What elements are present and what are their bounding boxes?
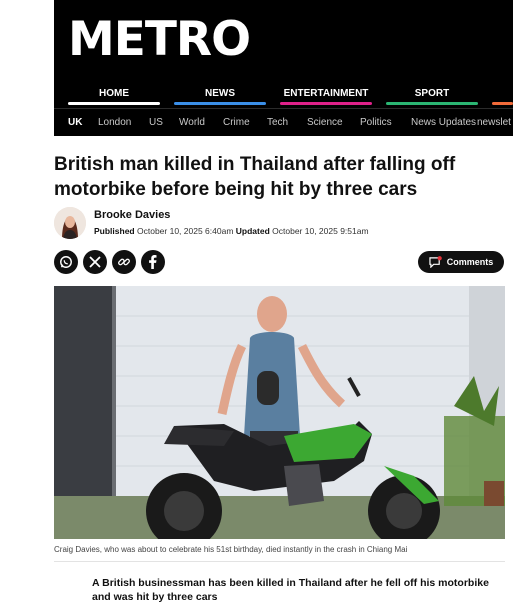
- updated-date: October 10, 2025 9:51am: [272, 226, 369, 236]
- subnav-uk[interactable]: UK: [68, 117, 82, 128]
- share-x-button[interactable]: [83, 250, 107, 274]
- nav-news-underline: [174, 102, 266, 105]
- subnav-crime[interactable]: Crime: [223, 117, 250, 128]
- link-icon: [118, 258, 130, 266]
- nav-home-underline: [68, 102, 160, 105]
- left-margin: [0, 0, 54, 600]
- published-date: October 10, 2025 6:40am: [137, 226, 234, 236]
- author-name[interactable]: Brooke Davies: [94, 209, 170, 221]
- nav-entertainment[interactable]: ENTERTAINMENT: [280, 88, 372, 99]
- author-avatar-image: [54, 207, 86, 239]
- comments-button[interactable]: Comments: [418, 251, 504, 273]
- nav-home[interactable]: HOME: [68, 88, 160, 99]
- nav-next-underline[interactable]: [492, 102, 513, 105]
- caption-divider: [54, 561, 505, 562]
- nav-sport[interactable]: SPORT: [386, 88, 478, 99]
- nav-news-label: NEWS: [205, 88, 235, 99]
- subnav-us[interactable]: US: [149, 117, 163, 128]
- author-avatar[interactable]: [54, 207, 86, 239]
- subnav-science[interactable]: Science: [307, 117, 343, 128]
- nav-entertainment-underline: [280, 102, 372, 105]
- subnav-london[interactable]: London: [98, 117, 131, 128]
- published-label: Published: [94, 226, 135, 236]
- subnav-world[interactable]: World: [179, 117, 205, 128]
- article-headline: British man killed in Thailand after fal…: [54, 154, 456, 200]
- photo-caption: Craig Davies, who was about to celebrate…: [54, 545, 408, 554]
- comments-label: Comments: [446, 257, 494, 267]
- share-link-button[interactable]: [112, 250, 136, 274]
- nav-entertainment-label: ENTERTAINMENT: [283, 88, 369, 99]
- publish-meta: Published October 10, 2025 6:40am Update…: [94, 226, 369, 236]
- nav-news[interactable]: NEWS: [174, 88, 266, 99]
- metro-logo[interactable]: METRO: [68, 14, 251, 66]
- x-icon: [89, 256, 101, 268]
- nav-home-label: HOME: [99, 88, 129, 99]
- man-with-motorbike-image: [54, 286, 505, 539]
- nav-sport-label: SPORT: [414, 88, 450, 99]
- share-facebook-button[interactable]: [141, 250, 165, 274]
- whatsapp-icon: [60, 256, 72, 268]
- share-whatsapp-button[interactable]: [54, 250, 78, 274]
- article-page: METRO HOME NEWS ENTERTAINMENT SPORT UK L…: [54, 0, 513, 603]
- facebook-icon: [149, 255, 157, 269]
- subnav-newsletters[interactable]: newslet: [477, 117, 511, 128]
- site-header: METRO HOME NEWS ENTERTAINMENT SPORT UK L…: [54, 0, 513, 136]
- subnav-politics[interactable]: Politics: [360, 117, 392, 128]
- nav-sport-underline: [386, 102, 478, 105]
- subnav-tech[interactable]: Tech: [267, 117, 288, 128]
- subnav-news-updates[interactable]: News Updates: [411, 117, 476, 128]
- article-photo[interactable]: [54, 286, 505, 539]
- updated-label: Updated: [235, 226, 270, 236]
- sub-nav: UK London US World Crime Tech Science Po…: [54, 108, 513, 137]
- comment-icon: [429, 256, 442, 268]
